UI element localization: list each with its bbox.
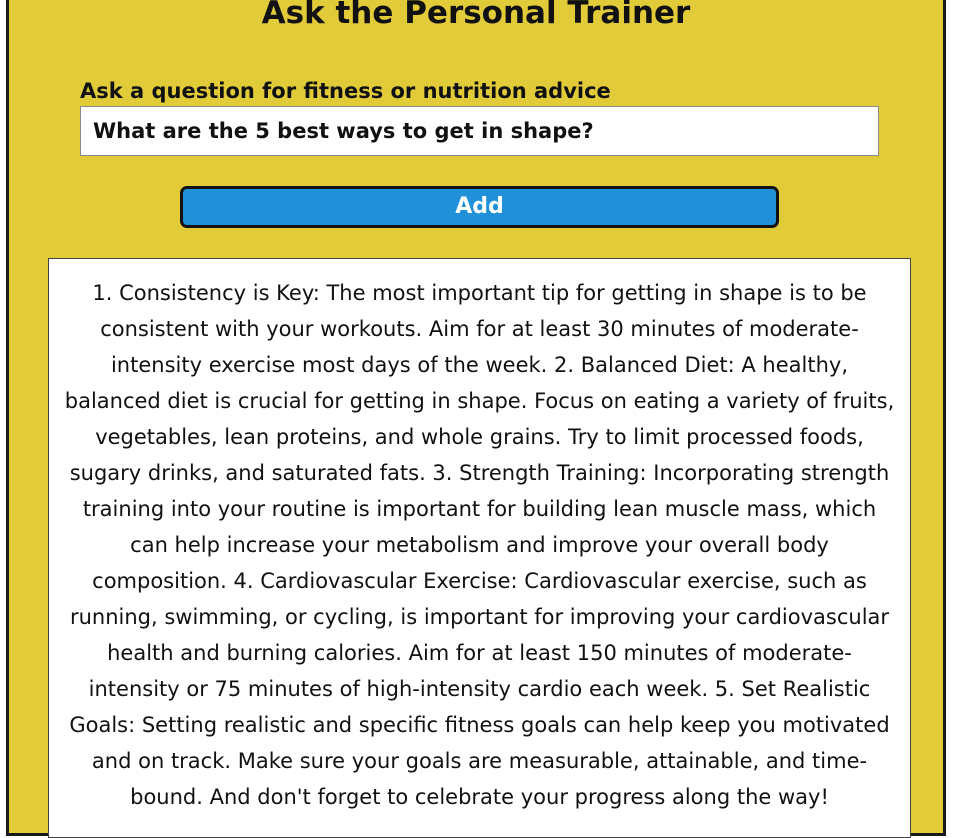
answer-box: 1. Consistency is Key: The most importan…	[48, 258, 911, 838]
question-label: Ask a question for fitness or nutrition …	[80, 79, 611, 103]
answer-text: 1. Consistency is Key: The most importan…	[64, 281, 895, 809]
trainer-panel: Ask the Personal Trainer Ask a question …	[6, 0, 946, 838]
add-button[interactable]: Add	[180, 186, 779, 228]
page-title: Ask the Personal Trainer	[261, 0, 691, 31]
question-input[interactable]	[80, 106, 879, 156]
